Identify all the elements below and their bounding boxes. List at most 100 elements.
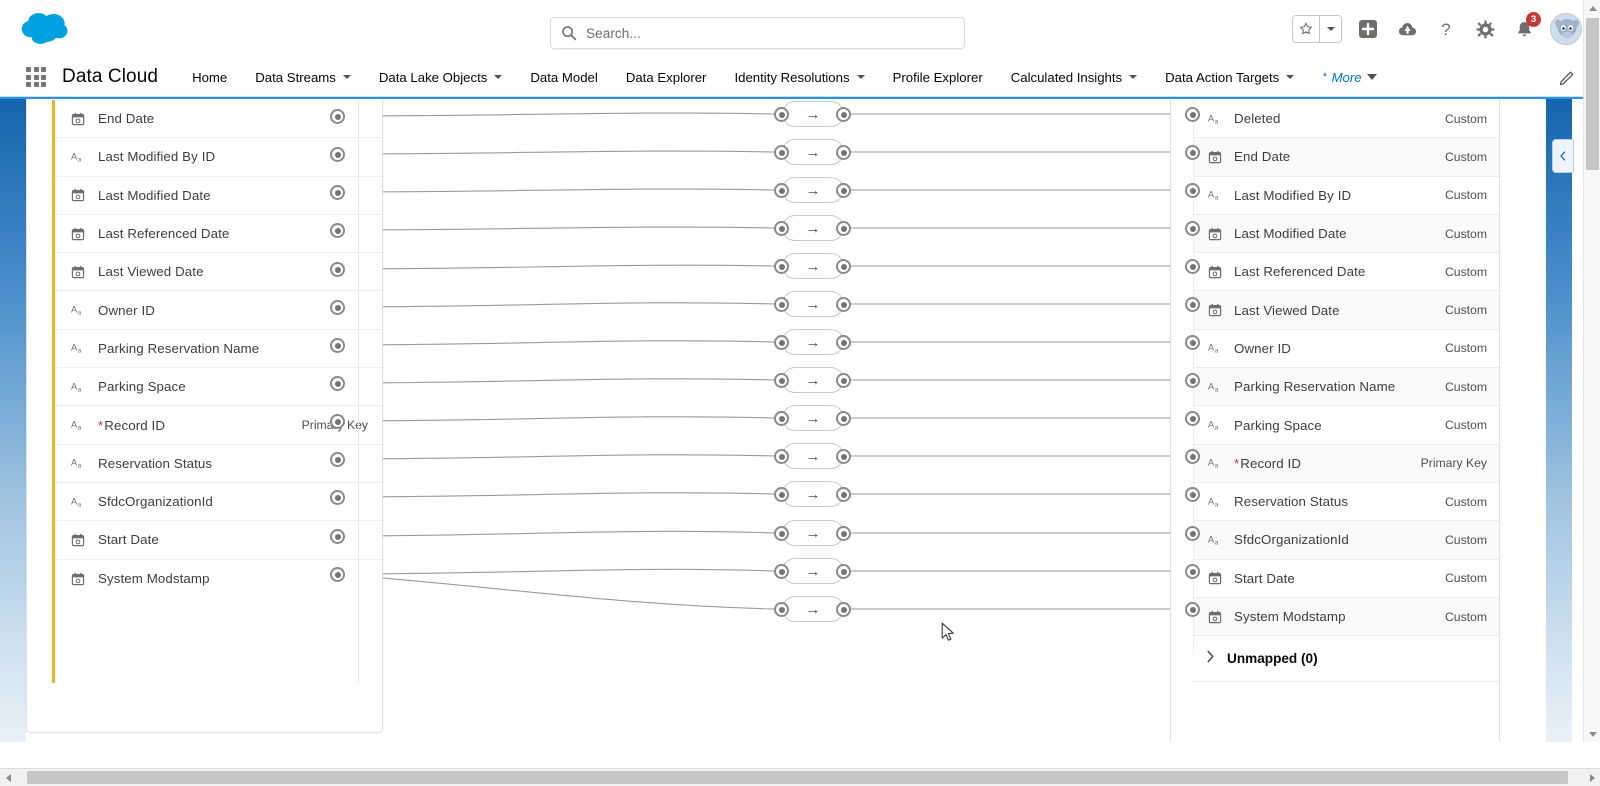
mapping-input-port[interactable] bbox=[774, 564, 789, 579]
horizontal-scroll-track[interactable] bbox=[16, 769, 1584, 786]
target-field-row[interactable]: System Modstamp Custom bbox=[1193, 597, 1499, 637]
mapping-output-port[interactable] bbox=[836, 373, 851, 388]
app-launcher-icon[interactable] bbox=[26, 67, 46, 87]
mapping-connector[interactable]: → bbox=[782, 405, 844, 431]
target-field-row[interactable]: Last Viewed Date Custom bbox=[1193, 291, 1499, 330]
source-port-dot[interactable] bbox=[330, 262, 345, 277]
source-port-dot[interactable] bbox=[330, 223, 345, 238]
target-port-dot[interactable] bbox=[1185, 145, 1200, 160]
mapping-input-port[interactable] bbox=[774, 259, 789, 274]
global-search-box[interactable]: Search... bbox=[550, 17, 965, 49]
nav-item-more[interactable]: * More bbox=[1308, 58, 1390, 97]
mapping-input-port[interactable] bbox=[774, 297, 789, 312]
mapping-input-port[interactable] bbox=[774, 183, 789, 198]
target-field-row[interactable]: Aa Reservation Status Custom bbox=[1193, 482, 1499, 522]
nav-item-home[interactable]: Home bbox=[178, 58, 241, 97]
source-port-dot[interactable] bbox=[330, 490, 345, 505]
source-port-dot[interactable] bbox=[330, 567, 345, 582]
target-port-dot[interactable] bbox=[1185, 487, 1200, 502]
scroll-down-arrow[interactable] bbox=[1584, 726, 1600, 742]
notifications-bell-icon[interactable]: 3 bbox=[1511, 12, 1541, 42]
source-port-dot[interactable] bbox=[330, 338, 345, 353]
scroll-left-arrow[interactable] bbox=[0, 769, 16, 786]
mapping-input-port[interactable] bbox=[774, 602, 789, 617]
setup-gear-icon[interactable] bbox=[1472, 16, 1498, 42]
mapping-input-port[interactable] bbox=[774, 411, 789, 426]
target-port-dot[interactable] bbox=[1185, 526, 1200, 541]
user-avatar[interactable] bbox=[1550, 13, 1582, 45]
mapping-input-port[interactable] bbox=[774, 449, 789, 464]
vertical-scroll-thumb[interactable] bbox=[1586, 18, 1599, 170]
target-field-panel[interactable]: Aa Deleted Custom End Date Custom Aa Las… bbox=[1170, 100, 1500, 742]
pencil-edit-icon[interactable] bbox=[1556, 67, 1578, 89]
source-port-dot[interactable] bbox=[330, 300, 345, 315]
target-field-row[interactable]: Aa Owner ID Custom bbox=[1193, 329, 1499, 369]
help-icon[interactable]: ? bbox=[1433, 16, 1459, 42]
mapping-connector[interactable]: → bbox=[782, 481, 844, 507]
mapping-connector[interactable]: → bbox=[782, 367, 844, 393]
nav-item-data-streams[interactable]: Data Streams bbox=[241, 58, 365, 97]
mapping-input-port[interactable] bbox=[774, 107, 789, 122]
mapping-connector[interactable]: → bbox=[782, 291, 844, 317]
target-port-dot[interactable] bbox=[1185, 602, 1200, 617]
nav-item-profile-explorer[interactable]: Profile Explorer bbox=[879, 58, 997, 97]
source-port-dot[interactable] bbox=[330, 529, 345, 544]
nav-item-data-explorer[interactable]: Data Explorer bbox=[612, 58, 721, 97]
mapping-input-port[interactable] bbox=[774, 487, 789, 502]
target-port-dot[interactable] bbox=[1185, 183, 1200, 198]
source-port-dot[interactable] bbox=[330, 147, 345, 162]
favorites-dropdown-icon[interactable] bbox=[1319, 16, 1341, 42]
target-field-row[interactable]: Aa Parking Space Custom bbox=[1193, 406, 1499, 445]
mapping-output-port[interactable] bbox=[836, 564, 851, 579]
mapping-connector[interactable]: → bbox=[782, 558, 844, 584]
vertical-scrollbar[interactable] bbox=[1583, 0, 1600, 742]
mapping-input-port[interactable] bbox=[774, 335, 789, 350]
mapping-input-port[interactable] bbox=[774, 145, 789, 160]
horizontal-scrollbar[interactable] bbox=[0, 768, 1600, 786]
mapping-connector[interactable]: → bbox=[782, 329, 844, 355]
mapping-connector[interactable]: → bbox=[782, 253, 844, 279]
mapping-output-port[interactable] bbox=[836, 602, 851, 617]
horizontal-scroll-thumb[interactable] bbox=[27, 770, 1568, 784]
mapping-output-port[interactable] bbox=[836, 297, 851, 312]
mapping-connector[interactable]: → bbox=[782, 177, 844, 203]
mapping-output-port[interactable] bbox=[836, 449, 851, 464]
target-field-row[interactable]: Aa Last Modified By ID Custom bbox=[1193, 176, 1499, 215]
target-field-row[interactable]: Aa *Record ID Primary Key bbox=[1193, 444, 1499, 483]
nav-item-data-lake-objects[interactable]: Data Lake Objects bbox=[365, 58, 517, 97]
add-icon[interactable] bbox=[1355, 16, 1381, 42]
mapping-output-port[interactable] bbox=[836, 526, 851, 541]
nav-item-calculated-insights[interactable]: Calculated Insights bbox=[997, 58, 1151, 97]
mapping-output-port[interactable] bbox=[836, 335, 851, 350]
mapping-output-port[interactable] bbox=[836, 221, 851, 236]
mapping-connector[interactable]: → bbox=[782, 520, 844, 546]
target-port-dot[interactable] bbox=[1185, 411, 1200, 426]
target-port-dot[interactable] bbox=[1185, 564, 1200, 579]
scroll-up-arrow[interactable] bbox=[1584, 0, 1600, 16]
target-port-dot[interactable] bbox=[1185, 373, 1200, 388]
target-field-row[interactable]: Last Modified Date Custom bbox=[1193, 214, 1499, 254]
mapping-connector[interactable]: → bbox=[782, 443, 844, 469]
nav-item-identity-resolutions[interactable]: Identity Resolutions bbox=[720, 58, 878, 97]
mapping-output-port[interactable] bbox=[836, 145, 851, 160]
target-field-row[interactable]: Aa SfdcOrganizationId Custom bbox=[1193, 521, 1499, 560]
target-port-dot[interactable] bbox=[1185, 107, 1200, 122]
mapping-output-port[interactable] bbox=[836, 411, 851, 426]
mapping-input-port[interactable] bbox=[774, 373, 789, 388]
target-field-row[interactable]: Last Referenced Date Custom bbox=[1193, 253, 1499, 292]
mapping-output-port[interactable] bbox=[836, 487, 851, 502]
unmapped-section-toggle[interactable]: Unmapped (0) bbox=[1193, 636, 1499, 683]
field-mapping-canvas[interactable]: End Date Aa Last Modified By ID Last Mod… bbox=[0, 97, 1600, 742]
nav-item-data-action-targets[interactable]: Data Action Targets bbox=[1151, 58, 1308, 97]
mapping-connector[interactable]: → bbox=[782, 139, 844, 165]
salesforce-cloud-logo[interactable] bbox=[18, 10, 74, 46]
panel-collapse-handle[interactable] bbox=[1552, 139, 1574, 173]
target-port-dot[interactable] bbox=[1185, 297, 1200, 312]
source-port-dot[interactable] bbox=[330, 414, 345, 429]
target-port-dot[interactable] bbox=[1185, 335, 1200, 350]
mapping-output-port[interactable] bbox=[836, 107, 851, 122]
source-port-dot[interactable] bbox=[330, 109, 345, 124]
target-port-dot[interactable] bbox=[1185, 259, 1200, 274]
source-port-dot[interactable] bbox=[330, 452, 345, 467]
target-port-dot[interactable] bbox=[1185, 449, 1200, 464]
